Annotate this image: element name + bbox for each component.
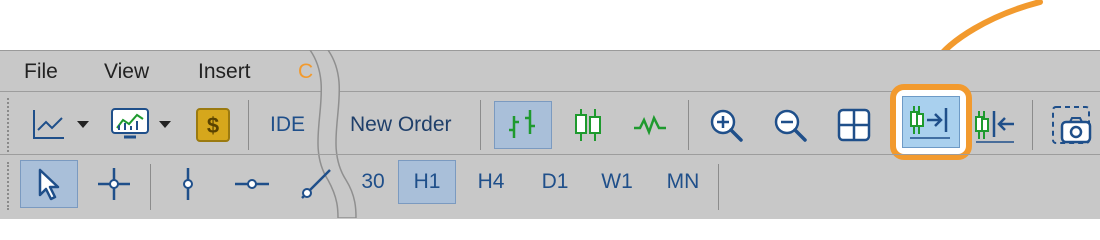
cursor-arrow-icon (38, 168, 60, 201)
trend-line-button[interactable] (294, 160, 338, 208)
vertical-line-icon (183, 168, 193, 200)
bar-chart-icon (509, 110, 535, 138)
toolbar-separator (718, 164, 719, 210)
chart-type-dropdown[interactable] (72, 112, 94, 136)
timeframe-mn[interactable]: MN (658, 160, 708, 204)
crosshair-button[interactable] (92, 160, 136, 208)
bar-chart-button[interactable] (494, 101, 552, 149)
zoom-in-button[interactable] (704, 101, 748, 149)
line-chart-icon (33, 110, 64, 139)
vertical-line-button[interactable] (166, 160, 210, 208)
horizontal-line-button[interactable] (230, 160, 274, 208)
new-order-button[interactable]: New Order (350, 113, 452, 137)
line-price-button[interactable] (628, 101, 672, 149)
chevron-down-icon (159, 121, 171, 128)
timeframe-d1[interactable]: D1 (532, 160, 578, 204)
zigzag-line-icon (634, 114, 666, 136)
toolbar-divider (0, 154, 1100, 155)
indicators-dropdown[interactable] (154, 112, 176, 136)
toolbar-grip-2[interactable] (7, 162, 14, 210)
timeframe-w1[interactable]: W1 (594, 160, 640, 204)
timeframe-m30[interactable]: 30 (358, 160, 388, 204)
line-chart-button[interactable] (28, 104, 68, 144)
dollar-icon: $ (196, 108, 230, 142)
toolbar-grip[interactable] (7, 98, 14, 152)
screenshot-button[interactable] (1048, 101, 1096, 149)
highlight-callout (890, 84, 972, 160)
toolbar-separator (150, 164, 151, 210)
chevron-down-icon (77, 121, 89, 128)
tile-windows-button[interactable] (832, 101, 876, 149)
market-button[interactable]: $ (194, 106, 232, 144)
trend-line-icon (301, 169, 331, 199)
toolbar-separator (480, 100, 481, 150)
cursor-tool-button[interactable] (20, 160, 78, 208)
timeframe-h4[interactable]: H4 (468, 160, 514, 204)
camera-icon (1052, 106, 1092, 144)
zoom-out-icon (774, 109, 807, 142)
grid-icon (837, 108, 871, 142)
horizontal-line-icon (235, 179, 269, 189)
svg-text:$: $ (207, 113, 219, 138)
menu-file[interactable]: File (24, 60, 58, 84)
chart-shift-icon (975, 111, 1014, 143)
indicators-button[interactable] (108, 104, 152, 144)
menu-view[interactable]: View (104, 60, 149, 84)
timeframe-h1[interactable]: H1 (398, 160, 456, 204)
auto-scroll-icon (910, 106, 950, 139)
indicators-monitor-icon (111, 108, 149, 139)
toolbar-separator (1032, 100, 1033, 150)
zoom-in-icon (710, 109, 743, 142)
crosshair-icon (98, 168, 130, 200)
toolbar-separator (688, 100, 689, 150)
candlestick-button[interactable] (566, 101, 610, 149)
candlestick-icon (575, 109, 601, 141)
chart-shift-button[interactable] (974, 101, 1018, 149)
toolbar-separator (248, 100, 249, 150)
auto-scroll-button[interactable] (902, 96, 960, 148)
menu-insert[interactable]: Insert (198, 60, 251, 84)
zoom-out-button[interactable] (768, 101, 812, 149)
